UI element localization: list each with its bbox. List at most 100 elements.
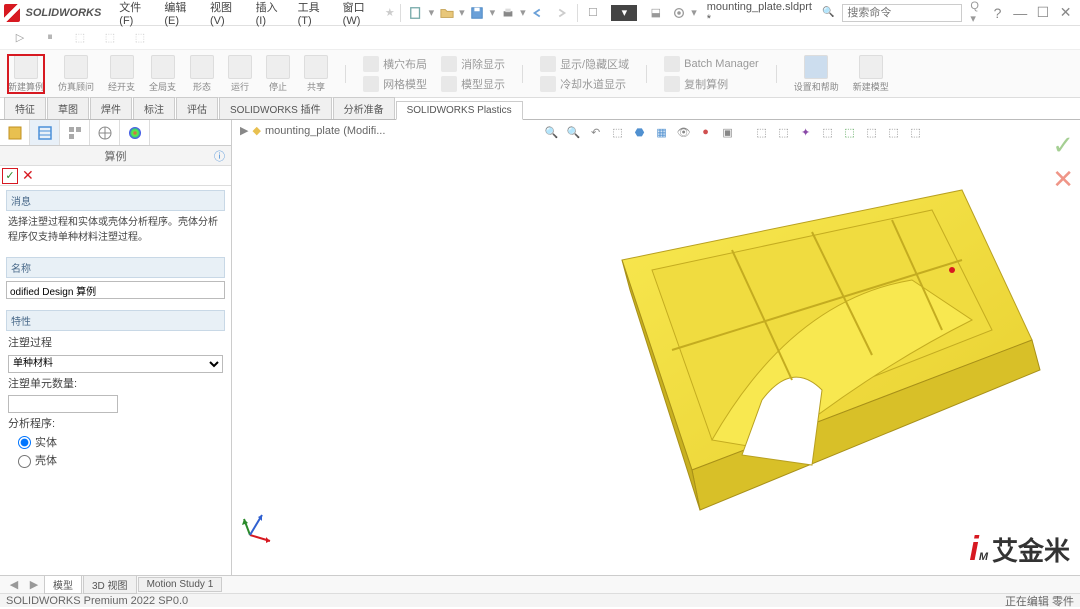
menu-window[interactable]: 窗口(W) [337, 0, 383, 30]
ribbon-item-5[interactable]: 形态 [190, 55, 214, 93]
plastics-tool-1[interactable]: ⬚ [752, 122, 772, 142]
units-input[interactable] [8, 395, 118, 413]
ribbon-item-4[interactable]: 全局支 [149, 55, 176, 93]
plastics-tool-2[interactable]: ⬚ [774, 122, 794, 142]
watermark: iM 艾金米 [969, 530, 1070, 569]
ribbon-batch-manager[interactable]: Batch Manager [664, 56, 759, 72]
breadcrumb[interactable]: ▶ ◆ mounting_plate (Modifi... [240, 124, 385, 137]
appearance-icon[interactable]: ● [696, 122, 716, 142]
tab-plastics[interactable]: SOLIDWORKS Plastics [396, 101, 523, 120]
save-icon[interactable] [467, 1, 488, 25]
new-icon[interactable] [406, 1, 427, 25]
record-icon[interactable]: ⬚ [68, 26, 92, 50]
help-icon[interactable]: ? [987, 5, 1008, 21]
study-name-input[interactable] [6, 281, 225, 299]
viewport-accept-icon[interactable]: ✓ [1052, 130, 1074, 161]
ribbon-stop[interactable]: 停止 [266, 55, 290, 93]
ribbon-advisor[interactable]: 仿真顾问 [58, 55, 94, 93]
tab-annotate[interactable]: 标注 [133, 97, 175, 119]
select-icon[interactable]: ☐ [582, 1, 603, 25]
tab-features[interactable]: 特征 [4, 97, 46, 119]
bottom-tab-next[interactable]: ▶ [24, 578, 44, 591]
tab-analysis-prep[interactable]: 分析准备 [333, 97, 395, 119]
ribbon-copy-study[interactable]: 复制算例 [664, 76, 759, 92]
ribbon-clear-display[interactable]: 消除显示 [441, 56, 505, 72]
sidetab-appearance[interactable] [120, 120, 150, 145]
loop-icon[interactable]: ⬚ [128, 26, 152, 50]
play-icon[interactable]: ▷ [8, 26, 32, 50]
open-icon[interactable] [436, 1, 457, 25]
file-tab[interactable]: mounting_plate.sldprt * [699, 0, 820, 27]
app-name: SOLIDWORKS [26, 7, 102, 19]
ribbon-mesh-model[interactable]: 网格模型 [363, 76, 427, 92]
triad-icon[interactable] [240, 505, 280, 545]
panel-title: 算例 ⓘ [0, 146, 231, 166]
ribbon-new-study[interactable]: 新建算例 [8, 55, 44, 93]
menu-edit[interactable]: 编辑(E) [158, 0, 202, 30]
hide-show-icon[interactable]: 👁 [674, 122, 694, 142]
ribbon-settings-help[interactable]: 设置和帮助 [794, 55, 839, 93]
plastics-tool-4[interactable]: ⬚ [818, 122, 838, 142]
ribbon-new-model[interactable]: 新建模型 [853, 55, 889, 93]
ribbon-item-3[interactable]: 经开支 [108, 55, 135, 93]
section-props-header: 特性 [6, 310, 225, 331]
panel-help-icon[interactable]: ⓘ [214, 148, 225, 164]
bottom-tab-model[interactable]: 模型 [44, 575, 82, 594]
bottom-tab-motion[interactable]: Motion Study 1 [138, 577, 223, 592]
zoom-fit-icon[interactable]: 🔍 [542, 122, 562, 142]
menu-view[interactable]: 视图(V) [204, 0, 248, 30]
rebuild-icon[interactable]: ⬓ [645, 1, 666, 25]
options-icon[interactable] [668, 1, 689, 25]
bottom-tab-3dview[interactable]: 3D 视图 [83, 575, 137, 594]
undo-icon[interactable] [528, 1, 549, 25]
ribbon-cavity-layout[interactable]: 横穴布局 [363, 56, 427, 72]
plastics-tool-6[interactable]: ⬚ [862, 122, 882, 142]
step-icon[interactable]: ⏸ [38, 26, 62, 50]
tab-addins[interactable]: SOLIDWORKS 插件 [219, 97, 332, 119]
graphics-viewport[interactable]: ▶ ◆ mounting_plate (Modifi... 🔍 🔍 ↶ ⬚ ⬣ … [232, 120, 1080, 575]
scene-icon[interactable]: ▣ [718, 122, 738, 142]
sidetab-property-manager[interactable] [30, 120, 60, 145]
plastics-tool-8[interactable]: ⬚ [906, 122, 926, 142]
ok-button[interactable]: ✓ [2, 168, 18, 184]
quickaccess-expand[interactable]: ▾ [611, 5, 637, 21]
zoom-window-icon[interactable]: 🔍 [564, 122, 584, 142]
stop-icon[interactable]: ⬚ [98, 26, 122, 50]
tab-sketch[interactable]: 草图 [47, 97, 89, 119]
display-style-icon[interactable]: ▦ [652, 122, 672, 142]
status-left: SOLIDWORKS Premium 2022 SP0.0 [6, 595, 188, 607]
redo-icon[interactable] [551, 1, 572, 25]
menu-insert[interactable]: 插入(I) [250, 0, 290, 30]
plastics-tool-5[interactable]: ⬚ [840, 122, 860, 142]
property-manager: 算例 ⓘ ✓ ✕ 消息 选择注塑过程和实体或壳体分析程序。壳体分析程序仅支持单种… [0, 120, 232, 575]
tab-weldments[interactable]: 焊件 [90, 97, 132, 119]
minimize-button[interactable]: — [1010, 5, 1031, 21]
ribbon-run[interactable]: 运行 [228, 55, 252, 93]
sidetab-feature-tree[interactable] [0, 120, 30, 145]
radio-solid[interactable]: 实体 [18, 435, 223, 452]
plastics-tool-7[interactable]: ⬚ [884, 122, 904, 142]
bottom-tabs: ◀ ▶ 模型 3D 视图 Motion Study 1 [0, 575, 1080, 593]
viewport-reject-icon[interactable]: ✕ [1052, 164, 1074, 195]
ribbon-share[interactable]: 共享 [304, 55, 328, 93]
material-select[interactable]: 单种材料 [8, 355, 223, 373]
radio-shell[interactable]: 壳体 [18, 453, 223, 470]
section-view-icon[interactable]: ⬚ [608, 122, 628, 142]
ribbon-model-display[interactable]: 模型显示 [441, 76, 505, 92]
bottom-tab-prev[interactable]: ◀ [4, 578, 24, 591]
sidetab-config-manager[interactable] [60, 120, 90, 145]
menu-tools[interactable]: 工具(T) [292, 0, 335, 30]
ribbon-cooling-display[interactable]: 冷却水道显示 [540, 76, 629, 92]
sidetab-dimxpert[interactable] [90, 120, 120, 145]
view-orient-icon[interactable]: ⬣ [630, 122, 650, 142]
maximize-button[interactable]: ☐ [1033, 4, 1054, 21]
prev-view-icon[interactable]: ↶ [586, 122, 606, 142]
plastics-tool-3[interactable]: ✦ [796, 122, 816, 142]
cancel-button[interactable]: ✕ [22, 167, 34, 184]
print-icon[interactable] [497, 1, 518, 25]
tab-evaluate[interactable]: 评估 [176, 97, 218, 119]
close-button[interactable]: ✕ [1055, 4, 1076, 21]
status-bar: SOLIDWORKS Premium 2022 SP0.0 正在编辑 零件 [0, 593, 1080, 607]
ribbon-show-hide[interactable]: 显示/隐藏区域 [540, 56, 629, 72]
search-input[interactable] [842, 4, 962, 22]
